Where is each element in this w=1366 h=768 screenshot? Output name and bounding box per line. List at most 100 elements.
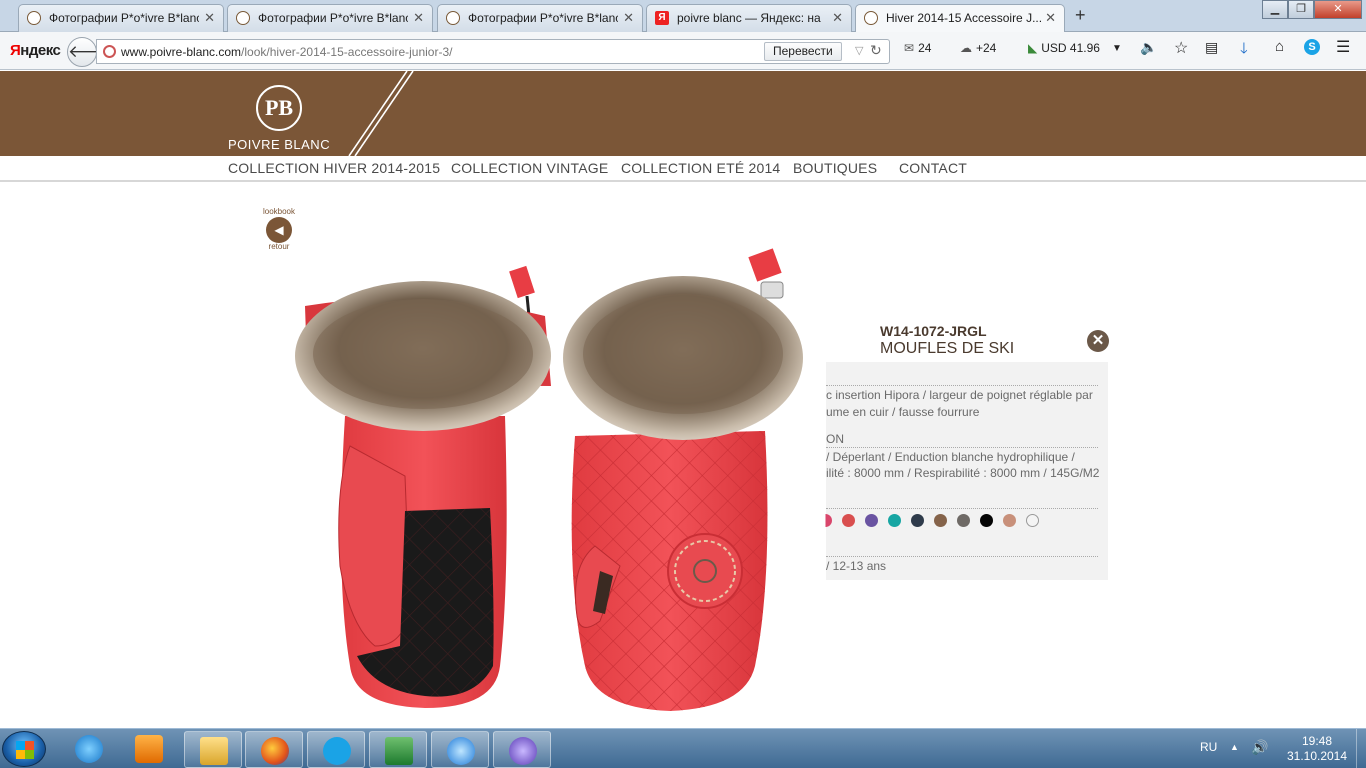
taskbar-skype[interactable] <box>307 731 365 768</box>
close-panel-icon[interactable]: ✕ <box>1087 330 1109 352</box>
nav-boutiques[interactable]: BOUTIQUES <box>793 160 877 176</box>
tab-label: Hiver 2014-15 Accessoire J... <box>886 11 1042 25</box>
nav-collection-hiver[interactable]: COLLECTION HIVER 2014-2015 <box>228 160 440 176</box>
close-tab-icon[interactable]: ✕ <box>413 10 424 26</box>
back-button[interactable]: 🡐 <box>67 37 114 67</box>
clock-date: 31.10.2014 <box>1286 749 1348 763</box>
main-navigation: COLLECTION HIVER 2014-2015 COLLECTION VI… <box>0 156 1366 182</box>
tab-yandex-search[interactable]: Я poivre blanc — Яндекс: на ✕ <box>646 4 852 32</box>
currency-widget[interactable]: ◣ USD 41.96 <box>1028 41 1100 55</box>
keyboard-language[interactable]: RU <box>1200 740 1217 754</box>
start-button[interactable] <box>2 731 46 767</box>
taskbar-explorer[interactable] <box>184 731 242 768</box>
site-header: PB POIVRE BLANC <box>0 71 1366 156</box>
tab-hiver-accessoire[interactable]: Hiver 2014-15 Accessoire J... ✕ <box>855 4 1065 33</box>
composition-line-2: ilité : 8000 mm / Respirabilité : 8000 m… <box>826 466 1100 480</box>
bookmarks-list-icon[interactable]: ▤ <box>1205 39 1218 56</box>
composition-label: ON <box>826 432 844 446</box>
tab-photos-1[interactable]: Фотографии P*o*ivre B*lanc ✕ <box>18 4 224 32</box>
widget-menu-icon[interactable]: ▼ <box>1112 43 1122 54</box>
product-name: MOUFLES DE SKI <box>880 340 1015 357</box>
taskbar-bittorrent[interactable] <box>493 731 551 768</box>
tab-photos-3[interactable]: Фотографии P*o*ivre B*lanc ✕ <box>437 4 643 32</box>
divider <box>826 508 1098 509</box>
speaker-icon[interactable]: 🔈 <box>1140 39 1157 56</box>
color-swatch[interactable] <box>1026 514 1039 527</box>
nav-contact[interactable]: CONTACT <box>899 160 967 176</box>
poivre-blanc-favicon-icon <box>446 11 460 25</box>
color-swatch[interactable] <box>911 514 924 527</box>
tab-label: Фотографии P*o*ivre B*lanc <box>49 11 199 25</box>
tray-expand-icon[interactable]: ▲ <box>1230 742 1239 752</box>
volume-icon[interactable]: 🔊 <box>1251 739 1268 756</box>
site-protection-icon <box>103 45 116 58</box>
right-mitten <box>563 248 803 711</box>
color-swatch[interactable] <box>980 514 993 527</box>
poivre-blanc-favicon-icon <box>864 11 878 25</box>
windows-taskbar: RU ▲ 🔊 19:48 31.10.2014 <box>0 728 1366 768</box>
tab-photos-2[interactable]: Фотографии P*o*ivre B*lanc ✕ <box>227 4 433 32</box>
color-swatch[interactable] <box>957 514 970 527</box>
firefox-icon <box>261 737 289 765</box>
tab-label: poivre blanc — Яндекс: на <box>677 11 821 25</box>
taskbar-excel[interactable] <box>369 731 427 768</box>
translate-button[interactable]: Перевести <box>764 42 842 61</box>
browser-tab-bar: Фотографии P*o*ivre B*lanc ✕ Фотографии … <box>0 0 1366 33</box>
system-clock[interactable]: 19:48 31.10.2014 <box>1282 734 1352 764</box>
hamburger-menu-icon[interactable]: ☰ <box>1336 37 1350 57</box>
poivre-blanc-logo[interactable]: PB POIVRE BLANC <box>228 81 338 152</box>
skype-icon <box>323 737 351 765</box>
minimize-button[interactable]: ▁ <box>1262 0 1288 19</box>
nav-collection-ete[interactable]: COLLECTION ETÉ 2014 <box>621 160 780 176</box>
color-swatch[interactable] <box>825 514 832 527</box>
star-bookmark-icon[interactable]: ☆ <box>1174 38 1188 58</box>
home-icon[interactable]: ⌂ <box>1275 38 1284 55</box>
mail-icon: ✉ <box>904 41 915 55</box>
download-arrow-icon[interactable]: 🡓 <box>1240 38 1248 63</box>
sizes-text: / 12-13 ans <box>826 559 887 573</box>
logo-text: POIVRE BLANC <box>228 137 331 152</box>
browser-toolbar: Яндекс 🡐 www.poivre-blanc.com/look/hiver… <box>0 32 1366 70</box>
excel-icon <box>385 737 413 765</box>
yandex-logo[interactable]: Яндекс <box>10 42 61 59</box>
poivre-blanc-favicon-icon <box>27 11 41 25</box>
retour-label: retour <box>268 242 290 251</box>
windows-logo-icon <box>16 741 34 759</box>
itunes-icon <box>447 737 475 765</box>
taskbar-itunes[interactable] <box>431 731 489 768</box>
color-swatch[interactable] <box>888 514 901 527</box>
close-window-button[interactable]: ✕ <box>1314 0 1362 19</box>
close-tab-icon[interactable]: ✕ <box>204 10 215 26</box>
taskbar-ie[interactable] <box>72 733 106 765</box>
description-line-2: ume en cuir / fausse fourrure <box>826 405 980 419</box>
weather-widget[interactable]: ☁ +24 <box>960 41 996 55</box>
nav-collection-vintage[interactable]: COLLECTION VINTAGE <box>451 160 608 176</box>
color-swatch[interactable] <box>934 514 947 527</box>
color-swatch[interactable] <box>842 514 855 527</box>
clock-time: 19:48 <box>1301 734 1333 748</box>
restore-button[interactable]: ❐ <box>1288 0 1314 19</box>
skype-icon[interactable]: S <box>1304 39 1320 55</box>
tab-label: Фотографии P*o*ivre B*lanc <box>468 11 618 25</box>
close-tab-icon[interactable]: ✕ <box>832 10 843 26</box>
new-tab-button[interactable]: + <box>1075 5 1086 26</box>
taskbar-firefox[interactable] <box>245 731 303 768</box>
header-slash-decoration <box>348 71 414 156</box>
show-desktop-button[interactable] <box>1356 729 1366 768</box>
color-swatch[interactable] <box>865 514 878 527</box>
close-tab-icon[interactable]: ✕ <box>623 10 634 26</box>
left-mitten <box>295 265 551 708</box>
divider <box>826 385 1098 386</box>
folder-icon <box>200 737 228 765</box>
media-player-icon <box>135 735 163 763</box>
color-swatch[interactable] <box>1003 514 1016 527</box>
mail-widget[interactable]: ✉ 24 <box>904 41 931 55</box>
lookbook-back-button[interactable]: lookbook ◀ retour <box>258 207 300 253</box>
taskbar-media-player[interactable] <box>132 733 166 765</box>
divider <box>826 447 1098 448</box>
reload-icon[interactable]: ↻ <box>870 42 882 59</box>
url-dropdown-icon[interactable]: ▽ <box>855 44 863 57</box>
url-text[interactable]: www.poivre-blanc.com/look/hiver-2014-15-… <box>121 45 452 59</box>
close-tab-icon[interactable]: ✕ <box>1045 10 1056 26</box>
address-bar[interactable]: www.poivre-blanc.com/look/hiver-2014-15-… <box>96 39 890 64</box>
